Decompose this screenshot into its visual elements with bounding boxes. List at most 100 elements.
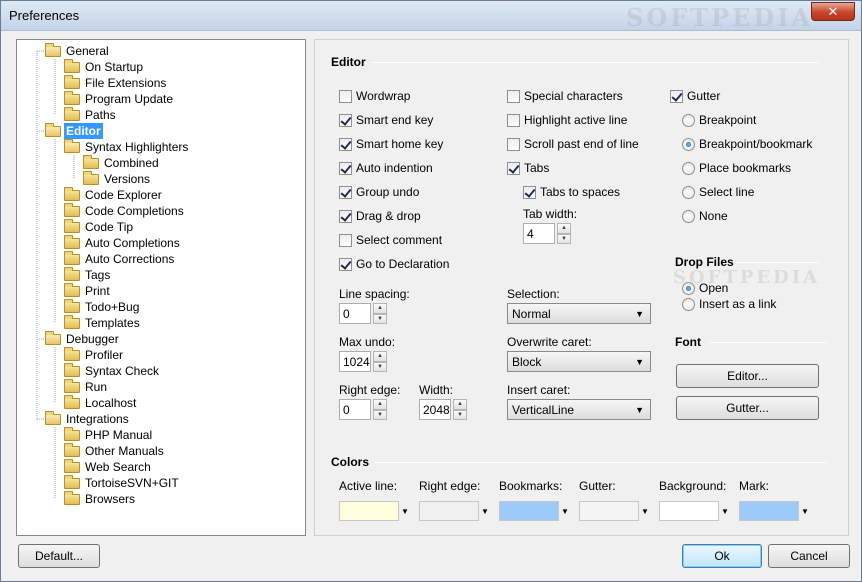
radio-button[interactable] [682,185,695,199]
tree-item[interactable]: Editor [45,122,103,139]
max-undo-spinner[interactable]: 1024 ▲ ▼ [339,351,387,372]
chevron-down-icon[interactable]: ▼ [641,507,649,516]
checkbox-option[interactable]: Group undo [339,184,419,200]
checkbox-box[interactable] [339,137,352,151]
checkbox-option[interactable]: Smart end key [339,112,433,128]
checkbox-box[interactable] [339,233,352,247]
spin-down-icon[interactable]: ▼ [373,409,387,420]
tree-item[interactable]: Web Search [64,458,153,475]
spin-down-icon[interactable]: ▼ [557,233,571,244]
line-spacing-field[interactable]: 0 [339,303,371,324]
color-swatch[interactable] [579,501,639,521]
radio-option[interactable]: Breakpoint [682,112,756,128]
tree-item[interactable]: Versions [83,170,152,187]
checkbox-box[interactable] [507,137,520,151]
checkbox-option[interactable]: Auto indention [339,160,433,176]
tree-item[interactable]: Browsers [64,490,137,507]
right-edge-spinner[interactable]: 0 ▲ ▼ [339,399,387,420]
ok-button[interactable]: Ok [682,544,762,568]
default-button[interactable]: Default... [18,544,100,568]
width-field[interactable]: 2048 [419,399,451,420]
checkbox-option[interactable]: Smart home key [339,136,443,152]
checkbox-option[interactable]: Highlight active line [507,112,627,128]
spin-down-icon[interactable]: ▼ [373,361,387,372]
gutter-box[interactable] [670,89,683,103]
checkbox-box[interactable] [339,257,352,271]
checkbox-option[interactable]: Select comment [339,232,442,248]
tree-item[interactable]: Other Manuals [64,442,166,459]
gutter-checkbox[interactable]: Gutter [670,88,720,104]
insert-caret-dropdown[interactable]: VerticalLine ▼ [507,399,651,420]
color-swatch[interactable] [659,501,719,521]
checkbox-box[interactable] [507,161,520,175]
radio-option[interactable]: Select line [682,184,754,200]
width-spinner[interactable]: 2048 ▲ ▼ [419,399,467,420]
tree-item[interactable]: Code Tip [64,218,135,235]
spin-up-icon[interactable]: ▲ [373,399,387,410]
close-button[interactable]: ✕ [811,2,855,21]
right-edge-field[interactable]: 0 [339,399,371,420]
tree-item[interactable]: Syntax Highlighters [64,138,190,155]
color-swatch[interactable] [339,501,399,521]
chevron-down-icon[interactable]: ▼ [801,507,809,516]
radio-button[interactable] [682,161,695,175]
chevron-down-icon[interactable]: ▼ [401,507,409,516]
tree-item[interactable]: File Extensions [64,74,168,91]
radio-button[interactable] [682,281,695,295]
checkbox-option[interactable]: Drag & drop [339,208,421,224]
checkbox-box[interactable] [507,89,520,103]
spin-up-icon[interactable]: ▲ [557,223,571,234]
spin-up-icon[interactable]: ▲ [453,399,467,410]
tree-item[interactable]: TortoiseSVN+GIT [64,474,181,491]
checkbox-box[interactable] [339,161,352,175]
checkbox-option[interactable]: Go to Declaration [339,256,449,272]
checkbox-box[interactable] [339,185,352,199]
font-editor-button[interactable]: Editor... [676,364,819,388]
radio-option[interactable]: Insert as a link [682,296,776,312]
tab-width-spinner[interactable]: 4 ▲ ▼ [523,223,571,244]
tree-item[interactable]: Localhost [64,394,138,411]
radio-option[interactable]: Breakpoint/bookmark [682,136,812,152]
spin-up-icon[interactable]: ▲ [373,351,387,362]
max-undo-field[interactable]: 1024 [339,351,371,372]
cancel-button[interactable]: Cancel [768,544,850,568]
radio-option[interactable]: None [682,208,728,224]
tabs-to-spaces-checkbox[interactable]: Tabs to spaces [523,184,620,200]
tree-item[interactable]: On Startup [64,58,145,75]
tabs-to-spaces-box[interactable] [523,185,536,199]
spin-down-icon[interactable]: ▼ [453,409,467,420]
color-swatch[interactable] [499,501,559,521]
checkbox-option[interactable]: Special characters [507,88,623,104]
chevron-down-icon[interactable]: ▼ [721,507,729,516]
font-gutter-button[interactable]: Gutter... [676,396,819,420]
tree-item[interactable]: Todo+Bug [64,298,141,315]
tree-item[interactable]: General [45,42,111,59]
checkbox-option[interactable]: Scroll past end of line [507,136,639,152]
radio-button[interactable] [682,297,695,311]
overwrite-caret-dropdown[interactable]: Block ▼ [507,351,651,372]
checkbox-box[interactable] [339,113,352,127]
chevron-down-icon[interactable]: ▼ [481,507,489,516]
color-swatch[interactable] [419,501,479,521]
selection-dropdown[interactable]: Normal ▼ [507,303,651,324]
tree-item[interactable]: Profiler [64,346,125,363]
radio-option[interactable]: Place bookmarks [682,160,791,176]
tree-item[interactable]: Program Update [64,90,175,107]
tree-item[interactable]: Code Explorer [64,186,164,203]
radio-option[interactable]: Open [682,280,728,296]
tree-item[interactable]: Syntax Check [64,362,161,379]
tree-item[interactable]: Run [64,378,109,395]
tree-item[interactable]: Paths [64,106,118,123]
chevron-down-icon[interactable]: ▼ [561,507,569,516]
tree-item[interactable]: Code Completions [64,202,186,219]
checkbox-box[interactable] [339,209,352,223]
spin-up-icon[interactable]: ▲ [373,303,387,314]
tree-item[interactable]: Auto Completions [64,234,182,251]
checkbox-box[interactable] [339,89,352,103]
checkbox-box[interactable] [507,113,520,127]
tree-item[interactable]: Tags [64,266,112,283]
checkbox-option[interactable]: Wordwrap [339,88,410,104]
tree-item[interactable]: Integrations [45,410,131,427]
radio-button[interactable] [682,113,695,127]
line-spacing-spinner[interactable]: 0 ▲ ▼ [339,303,387,324]
